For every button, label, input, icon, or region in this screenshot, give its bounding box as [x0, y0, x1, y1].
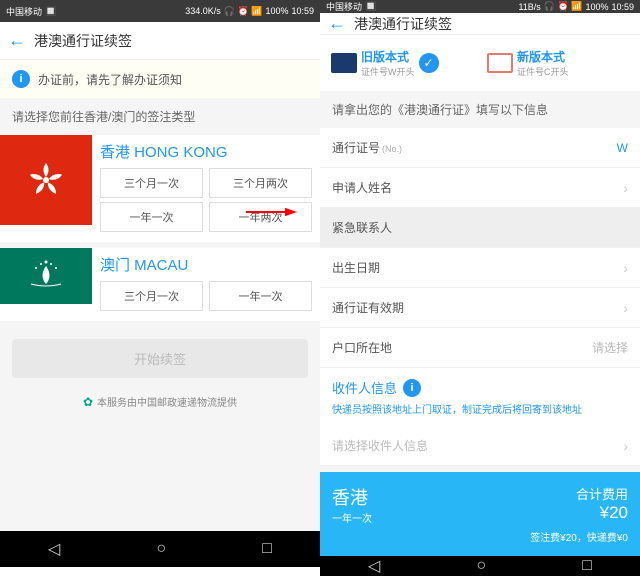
price-detail: 签注费¥20，快递费¥0: [332, 529, 628, 544]
footer-note: ✿ 本服务由中国邮政速递物流提供: [0, 388, 320, 415]
status-bar: 中国移动 🔲 334.0K/s 🎧 ⏰ 📶 100% 10:59: [0, 0, 320, 22]
type-new-sub: 证件号C开头: [517, 65, 569, 78]
price-summary: 香港 一年一次 合计费用 ¥20 签注费¥20，快递费¥0: [320, 472, 640, 556]
permit-type-selector: 旧版本式 证件号W开头 ✓ 新版本式 证件号C开头: [320, 35, 640, 91]
recipient-select-field[interactable]: 请选择收件人信息 ›: [320, 426, 640, 466]
hk-opt-1y2[interactable]: 一年两次: [209, 202, 312, 232]
carrier: 中国移动: [326, 0, 362, 13]
hk-opt-1y1[interactable]: 一年一次: [100, 202, 203, 232]
region-hk: 香港 HONG KONG 三个月一次 三个月两次 一年一次 一年两次: [0, 135, 320, 242]
recipient-sub: 快递员按照该地址上门取证，制证完成后将回寄到该地址: [332, 401, 628, 416]
chevron-right-icon: ›: [623, 438, 628, 454]
app-header: ← 港澳通行证续签: [0, 22, 320, 60]
carrier: 中国移动: [6, 5, 42, 18]
residence-field[interactable]: 户口所在地 请选择: [320, 328, 640, 368]
flag-macau-icon: [0, 248, 92, 304]
clock: 10:59: [611, 2, 634, 12]
clock: 10:59: [291, 6, 314, 16]
form-title: 请拿出您的《港澳通行证》填写以下信息: [320, 91, 640, 128]
type-new-title: 新版本式: [517, 48, 569, 65]
nav-home-icon[interactable]: ○: [476, 557, 486, 575]
type-old-option[interactable]: 旧版本式 证件号W开头 ✓: [326, 43, 478, 83]
applicant-name-field[interactable]: 申请人姓名 ›: [320, 168, 640, 208]
notice-banner[interactable]: i 办证前，请先了解办证须知: [0, 60, 320, 98]
type-old-sub: 证件号W开头: [361, 65, 415, 78]
macau-opt-1y1[interactable]: 一年一次: [209, 281, 312, 311]
phone-left: 中国移动 🔲 334.0K/s 🎧 ⏰ 📶 100% 10:59 ← 港澳通行证…: [0, 0, 320, 567]
info-icon: i: [12, 70, 30, 88]
type-old-title: 旧版本式: [361, 48, 415, 65]
page-title: 港澳通行证续签: [354, 14, 452, 34]
chevron-right-icon: ›: [623, 260, 628, 276]
battery: 100%: [585, 2, 608, 12]
permit-number-value: W: [617, 141, 628, 155]
chevron-right-icon: ›: [623, 300, 628, 316]
nav-recent-icon[interactable]: □: [262, 540, 272, 558]
hk-opt-3m1[interactable]: 三个月一次: [100, 168, 203, 198]
price-total-label: 合计费用: [576, 484, 628, 503]
section-title: 请选择您前往香港/澳门的签注类型: [0, 98, 320, 135]
price-total-value: ¥20: [576, 503, 628, 523]
nav-back-icon[interactable]: ◁: [48, 539, 60, 559]
nav-recent-icon[interactable]: □: [582, 557, 592, 575]
emergency-contact-field[interactable]: 紧急联系人: [320, 208, 640, 248]
info-icon[interactable]: i: [403, 379, 421, 397]
expiry-field[interactable]: 通行证有效期 ›: [320, 288, 640, 328]
status-bar: 中国移动 🔲 11B/s 🎧 ⏰ 📶 100% 10:59: [320, 0, 640, 13]
region-name-hk: 香港 HONG KONG: [100, 141, 312, 162]
page-title: 港澳通行证续签: [34, 31, 132, 51]
recipient-title: 收件人信息: [332, 378, 397, 397]
permit-number-field[interactable]: 通行证号(No.) W: [320, 128, 640, 168]
app-header: ← 港澳通行证续签: [320, 13, 640, 35]
nav-bar: ◁ ○ □: [320, 556, 640, 576]
nav-bar: ◁ ○ □: [0, 531, 320, 567]
check-icon: ✓: [419, 53, 439, 73]
macau-opt-3m1[interactable]: 三个月一次: [100, 281, 203, 311]
type-new-option[interactable]: 新版本式 证件号C开头: [482, 43, 634, 83]
hk-opt-3m2[interactable]: 三个月两次: [209, 168, 312, 198]
price-dest: 香港: [332, 484, 372, 510]
chevron-right-icon: ›: [623, 180, 628, 196]
nav-back-icon[interactable]: ◁: [368, 556, 380, 576]
card-icon: [487, 53, 513, 73]
battery: 100%: [265, 6, 288, 16]
recipient-header: 收件人信息 i 快递员按照该地址上门取证，制证完成后将回寄到该地址: [320, 368, 640, 426]
region-name-macau: 澳门 MACAU: [100, 254, 312, 275]
price-freq: 一年一次: [332, 510, 372, 525]
dob-field[interactable]: 出生日期 ›: [320, 248, 640, 288]
back-icon[interactable]: ←: [8, 30, 26, 51]
phone-right: 中国移动 🔲 11B/s 🎧 ⏰ 📶 100% 10:59 ← 港澳通行证续签 …: [320, 0, 640, 567]
back-icon[interactable]: ←: [328, 13, 346, 34]
notice-text: 办证前，请先了解办证须知: [38, 71, 182, 88]
net-speed: 11B/s: [518, 2, 540, 12]
net-speed: 334.0K/s: [185, 6, 221, 16]
post-icon: ✿: [83, 395, 93, 409]
region-macau: 澳门 MACAU 三个月一次 一年一次: [0, 248, 320, 321]
passport-icon: [331, 53, 357, 73]
flag-hk-icon: [0, 135, 92, 225]
start-button[interactable]: 开始续签: [12, 339, 308, 378]
nav-home-icon[interactable]: ○: [156, 540, 166, 558]
